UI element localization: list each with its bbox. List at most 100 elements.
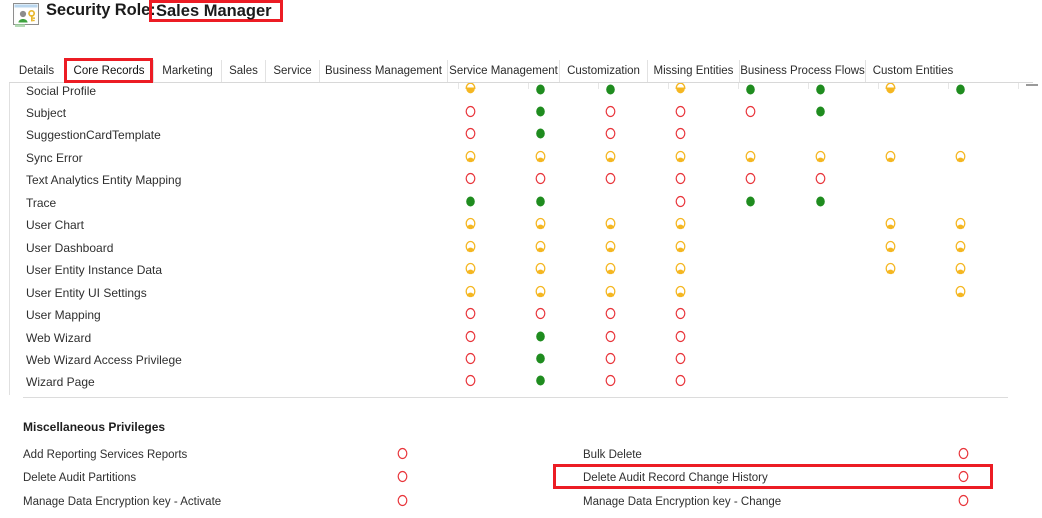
privilege-icon-green[interactable] [534, 127, 547, 140]
table-row[interactable]: SuggestionCardTemplate [10, 128, 1033, 151]
privilege-icon-yellow[interactable] [534, 150, 547, 163]
tab-customization[interactable]: Customization [559, 60, 647, 82]
table-row[interactable]: Web Wizard [10, 330, 1033, 354]
privilege-icon-green[interactable] [604, 83, 617, 96]
privilege-icon-green[interactable] [464, 195, 477, 208]
table-row[interactable]: User Mapping [10, 307, 1033, 331]
table-row[interactable]: User Entity UI Settings [10, 285, 1033, 309]
tab-core-records[interactable]: Core Records [64, 60, 153, 82]
privilege-icon-half-yellow[interactable] [674, 83, 687, 96]
tab-business-management[interactable]: Business Management [319, 60, 447, 82]
privilege-icon-red[interactable] [674, 330, 687, 343]
privilege-icon-red[interactable] [744, 105, 757, 118]
privilege-icon-yellow[interactable] [954, 285, 967, 298]
privilege-icon-green[interactable] [814, 105, 827, 118]
privilege-icon-yellow[interactable] [534, 285, 547, 298]
misc-privilege-row[interactable]: Manage Data Encryption key - Activate Man… [0, 494, 1042, 518]
privilege-icon-green[interactable] [534, 83, 547, 96]
privilege-icon-green[interactable] [954, 83, 967, 96]
privilege-icon-yellow[interactable] [954, 150, 967, 163]
privilege-icon-red[interactable] [604, 352, 617, 365]
privilege-icon-yellow[interactable] [604, 217, 617, 230]
privilege-icon-yellow[interactable] [954, 262, 967, 275]
table-row[interactable]: Web Wizard Access Privilege [10, 352, 1033, 376]
tab-custom-entities[interactable]: Custom Entities [865, 60, 960, 82]
misc-privilege-icon-left[interactable] [396, 494, 409, 507]
grid-scroll-indicator[interactable] [1026, 84, 1038, 86]
table-row[interactable]: Social Profile [10, 83, 1033, 107]
privilege-icon-yellow[interactable] [464, 217, 477, 230]
privilege-icon-red[interactable] [464, 330, 477, 343]
table-row[interactable]: User Chart [10, 218, 1033, 241]
privilege-icon-green[interactable] [534, 105, 547, 118]
privilege-icon-yellow[interactable] [464, 240, 477, 253]
privilege-icon-red[interactable] [674, 172, 687, 185]
privilege-icon-red[interactable] [674, 195, 687, 208]
misc-privilege-icon-left[interactable] [396, 447, 409, 460]
table-row[interactable]: User Dashboard [10, 240, 1033, 264]
privilege-icon-green[interactable] [744, 83, 757, 96]
privilege-icon-red[interactable] [464, 307, 477, 320]
privilege-icon-red[interactable] [464, 127, 477, 140]
privilege-icon-green[interactable] [534, 352, 547, 365]
privilege-icon-red[interactable] [464, 374, 477, 387]
privilege-icon-red[interactable] [604, 374, 617, 387]
privilege-icon-red[interactable] [604, 172, 617, 185]
privilege-icon-yellow[interactable] [464, 150, 477, 163]
table-row[interactable]: Sync Error [10, 150, 1033, 174]
privilege-icon-green[interactable] [534, 374, 547, 387]
tab-details[interactable]: Details [9, 60, 64, 82]
privilege-icon-green[interactable] [814, 83, 827, 96]
privilege-icon-red[interactable] [674, 307, 687, 320]
privilege-icon-red[interactable] [604, 127, 617, 140]
privilege-icon-yellow[interactable] [534, 262, 547, 275]
privilege-icon-yellow[interactable] [604, 150, 617, 163]
privilege-icon-yellow[interactable] [604, 285, 617, 298]
privilege-icon-half-yellow[interactable] [884, 83, 897, 96]
privilege-icon-yellow[interactable] [534, 240, 547, 253]
privilege-icon-yellow[interactable] [884, 240, 897, 253]
misc-privilege-icon-right[interactable] [957, 447, 970, 460]
misc-privilege-row[interactable]: Add Reporting Services Reports Bulk Delet… [0, 447, 1042, 471]
privilege-icon-red[interactable] [604, 330, 617, 343]
misc-privilege-icon-left[interactable] [396, 470, 409, 483]
privilege-icon-yellow[interactable] [954, 217, 967, 230]
privilege-icon-yellow[interactable] [954, 240, 967, 253]
privilege-icon-red[interactable] [604, 307, 617, 320]
privilege-icon-yellow[interactable] [534, 217, 547, 230]
privilege-icon-red[interactable] [744, 172, 757, 185]
table-row[interactable]: Trace [10, 195, 1033, 219]
privilege-icon-green[interactable] [814, 195, 827, 208]
entity-privilege-grid[interactable]: Social Profile Subject SuggestionCardTempl… [9, 83, 1033, 395]
tab-sales[interactable]: Sales [221, 60, 265, 82]
privilege-icon-red[interactable] [674, 105, 687, 118]
privilege-icon-red[interactable] [814, 172, 827, 185]
privilege-icon-yellow[interactable] [884, 150, 897, 163]
tab-missing-entities[interactable]: Missing Entities [647, 60, 739, 82]
privilege-icon-red[interactable] [534, 307, 547, 320]
privilege-icon-yellow[interactable] [604, 240, 617, 253]
privilege-icon-green[interactable] [744, 195, 757, 208]
privilege-icon-yellow[interactable] [674, 150, 687, 163]
tab-marketing[interactable]: Marketing [153, 60, 221, 82]
privilege-icon-yellow[interactable] [744, 150, 757, 163]
privilege-icon-yellow[interactable] [884, 262, 897, 275]
privilege-icon-green[interactable] [534, 330, 547, 343]
misc-privilege-row[interactable]: Delete Audit Partitions Delete Audit Reco… [0, 471, 1042, 494]
table-row[interactable]: Subject [10, 105, 1033, 129]
privilege-icon-yellow[interactable] [674, 217, 687, 230]
privilege-icon-yellow[interactable] [604, 262, 617, 275]
privilege-icon-red[interactable] [464, 172, 477, 185]
privilege-icon-green[interactable] [534, 195, 547, 208]
privilege-icon-red[interactable] [604, 105, 617, 118]
tab-service-management[interactable]: Service Management [447, 60, 559, 82]
privilege-icon-red[interactable] [464, 105, 477, 118]
privilege-icon-yellow[interactable] [674, 262, 687, 275]
privilege-icon-half-yellow[interactable] [464, 83, 477, 96]
privilege-icon-yellow[interactable] [674, 285, 687, 298]
misc-privilege-icon-right[interactable] [957, 470, 970, 483]
table-row[interactable]: Text Analytics Entity Mapping [10, 173, 1033, 196]
privilege-icon-yellow[interactable] [674, 240, 687, 253]
tab-strip[interactable]: Details Core Records Marketing Sales Service… [9, 60, 1033, 83]
tab-service[interactable]: Service [265, 60, 319, 82]
